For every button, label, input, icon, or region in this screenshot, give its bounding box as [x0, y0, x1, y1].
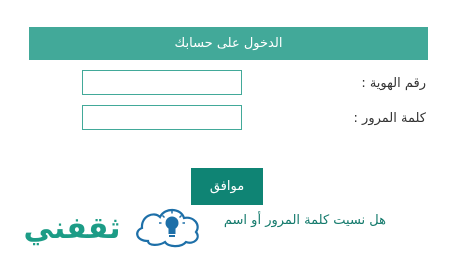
logo-wordmark: ثقفني [23, 211, 120, 246]
login-header: الدخول على حسابك [29, 27, 428, 60]
id-number-label: رقم الهوية : [361, 76, 426, 91]
forgot-password-link[interactable]: هل نسيت كلمة المرور أو اسم [224, 213, 386, 228]
id-number-input[interactable] [82, 70, 242, 95]
site-logo-graphic: ثقفني [23, 208, 199, 248]
lightbulb-icon [136, 208, 199, 248]
password-input[interactable] [82, 105, 242, 130]
password-label: كلمة المرور : [353, 111, 426, 126]
site-logo: ثقفني [8, 192, 206, 254]
login-title: الدخول على حسابك [174, 36, 283, 51]
